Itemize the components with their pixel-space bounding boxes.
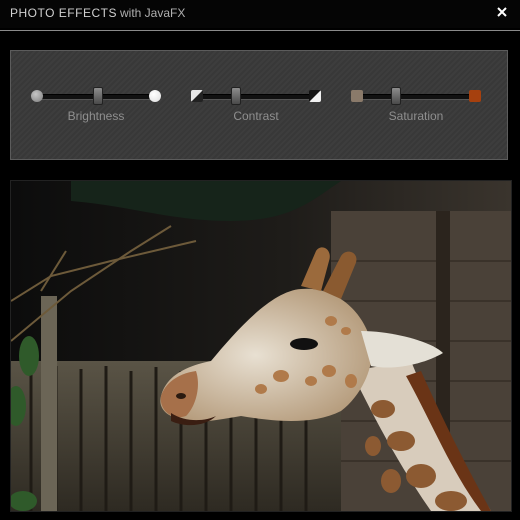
bright-dot-icon	[149, 90, 161, 102]
desaturated-swatch-icon	[351, 90, 363, 102]
app-title: PHOTO EFFECTS	[10, 6, 117, 20]
low-contrast-icon	[191, 90, 203, 102]
title-divider	[0, 30, 520, 31]
brightness-thumb[interactable]	[93, 87, 103, 105]
giraffe-eye	[290, 338, 318, 350]
close-icon[interactable]	[494, 4, 510, 20]
contrast-slider[interactable]: Contrast	[191, 85, 321, 135]
saturation-slider[interactable]: Saturation	[351, 85, 481, 135]
dark-dot-icon	[31, 90, 43, 102]
contrast-thumb[interactable]	[231, 87, 242, 105]
giraffe-nostril	[176, 393, 186, 399]
saturation-label: Saturation	[388, 109, 444, 123]
contrast-track[interactable]	[197, 94, 315, 100]
controls-panel: Brightness Contrast Saturation	[10, 50, 508, 160]
brightness-slider[interactable]: Brightness	[31, 85, 161, 135]
high-contrast-icon	[309, 90, 321, 102]
saturation-thumb[interactable]	[391, 87, 402, 105]
brightness-label: Brightness	[67, 109, 125, 123]
contrast-label: Contrast	[233, 109, 279, 123]
giraffe-photo	[11, 181, 511, 511]
fence-pole	[41, 296, 57, 511]
photo-canvas	[10, 180, 512, 512]
app-subtitle: with JavaFX	[120, 6, 186, 20]
saturation-track[interactable]	[357, 94, 475, 100]
saturated-swatch-icon	[469, 90, 481, 102]
title-bar: PHOTO EFFECTS with JavaFX	[0, 0, 520, 28]
